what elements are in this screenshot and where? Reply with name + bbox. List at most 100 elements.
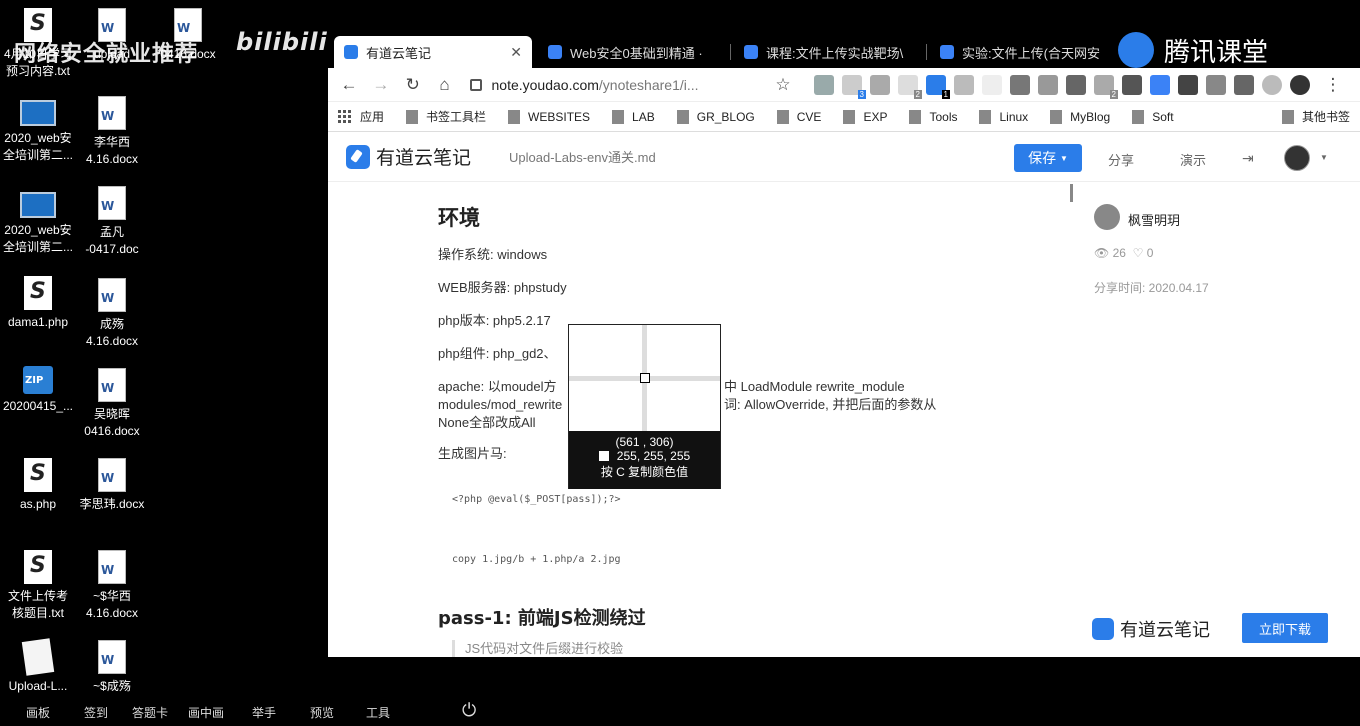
folder-icon (406, 109, 419, 124)
extension-icon[interactable] (1065, 74, 1086, 95)
desktop-icon[interactable]: 李华西 4.16.docx (74, 96, 150, 168)
desktop-icon[interactable]: upload (74, 8, 150, 63)
desktop-icon[interactable]: ~$华西 4.16.docx (74, 550, 150, 622)
save-button[interactable]: 保存 ▼ (1014, 144, 1082, 172)
folder-icon (508, 109, 521, 124)
extension-icon[interactable] (1261, 74, 1282, 95)
folder-icon (776, 109, 789, 124)
desktop-icon[interactable]: 成殇 4.16.docx (74, 278, 150, 350)
back-button[interactable]: ← (336, 72, 362, 98)
share-button[interactable]: 分享 (1108, 150, 1134, 169)
exit-icon[interactable]: ⇥ (1242, 150, 1254, 167)
youdao-logo-icon (346, 144, 370, 169)
chevron-down-icon[interactable]: ▼ (1320, 153, 1328, 162)
extension-icon[interactable] (1149, 74, 1170, 95)
extension-icon[interactable]: 3 (841, 74, 866, 99)
bookmark-folder[interactable]: Soft (1132, 109, 1174, 124)
taskbar-item[interactable]: 举手 (252, 704, 276, 721)
forward-button[interactable]: → (368, 72, 394, 98)
desktop-icon-label: 0416.docx (160, 47, 216, 61)
folder-icon (1281, 109, 1294, 124)
star-icon[interactable]: ☆ (770, 72, 796, 98)
desktop-icon[interactable]: 2020_web安 全培训第二... (0, 100, 76, 164)
note-body: 环境 操作系统: windows WEB服务器: phpstudy php版本:… (328, 182, 1360, 657)
profile-avatar[interactable] (1289, 74, 1310, 95)
power-icon[interactable]: ⏻ (462, 700, 476, 721)
desktop-icon[interactable]: ~$成殇 (74, 640, 150, 695)
taskbar-item[interactable]: 签到 (84, 704, 108, 721)
extension-icon[interactable]: 2 (1093, 74, 1118, 99)
extension-icon[interactable] (1233, 74, 1254, 95)
desktop-icon[interactable]: 孟凡 -0417.doc (74, 186, 150, 258)
bookmark-other[interactable]: 其他书签 (1281, 108, 1350, 125)
author-avatar[interactable] (1094, 204, 1120, 230)
desktop-icon[interactable]: 0416.docx (150, 8, 226, 63)
extension-icon[interactable] (1037, 74, 1058, 95)
desktop-icon[interactable]: 吴晓晖 0416.docx (74, 368, 150, 440)
desktop-icon[interactable]: 2020_web安 全培训第二... (0, 192, 76, 256)
bookmark-folder[interactable]: Tools (909, 109, 957, 124)
taskbar-item[interactable]: 预览 (310, 704, 334, 721)
bookmark-folder[interactable]: EXP (843, 109, 887, 124)
url-input[interactable]: note.youdao.com/ynoteshare1/i... (464, 72, 763, 98)
scrollbar[interactable] (1070, 184, 1073, 202)
tab-web-security[interactable]: Web安全0基础到精通 · (538, 36, 728, 68)
extension-icon[interactable] (1009, 74, 1030, 95)
folder-icon (1050, 109, 1063, 124)
desktop-icon-label: 4月10日学习 (3, 47, 73, 61)
desktop-icon-label: 成殇 (99, 317, 124, 331)
present-button[interactable]: 演示 (1180, 150, 1206, 169)
desktop-icon-label: 文件上传考 (7, 589, 68, 603)
desktop-icon-label: as.php (19, 497, 57, 511)
close-tab-icon[interactable]: ✕ (510, 44, 522, 61)
heading-env: 环境 (438, 206, 480, 230)
desktop-icon-label: 2020_web安 (4, 223, 72, 237)
tencent-class-logo: 腾讯课堂 (1118, 32, 1268, 68)
tab-lab[interactable]: 实验:文件上传(合天网安 (930, 36, 1110, 68)
home-button[interactable]: ⌂ (432, 72, 458, 98)
extension-icon[interactable] (1121, 74, 1142, 95)
bookmark-apps[interactable]: 应用 (338, 108, 384, 125)
env-web: WEB服务器: phpstudy (438, 280, 567, 295)
taskbar-item[interactable]: 画板 (26, 704, 50, 721)
taskbar-item[interactable]: 工具 (366, 704, 390, 721)
extension-icon[interactable] (869, 74, 890, 95)
bookmark-folder[interactable]: GR_BLOG (676, 109, 755, 124)
view-count: 26 (1112, 246, 1126, 260)
bookmark-folder[interactable]: CVE (776, 109, 821, 124)
author-name[interactable]: 枫雪明玥 (1128, 210, 1180, 229)
image-icon (21, 638, 55, 676)
user-avatar[interactable] (1284, 145, 1310, 171)
download-button[interactable]: 立即下载 (1242, 613, 1328, 643)
extension-icon[interactable] (813, 74, 834, 95)
folder-icon (909, 109, 922, 124)
extension-icon[interactable]: 1 (925, 74, 950, 99)
desktop-icon[interactable]: 李思玮.docx (74, 458, 150, 513)
extension-icon[interactable] (1177, 74, 1198, 95)
bookmark-folder[interactable]: 书签工具栏 (406, 108, 486, 125)
folder-icon (979, 109, 992, 124)
taskbar-item[interactable]: 答题卡 (132, 704, 168, 721)
extension-icon[interactable]: 2 (897, 74, 922, 99)
desktop-icon[interactable]: 4月10日学习预习内容.txt (0, 8, 76, 80)
tab-youdao[interactable]: 有道云笔记 ✕ (334, 36, 532, 68)
desktop-icon[interactable]: Upload-L... (0, 638, 76, 695)
desktop-icon[interactable]: as.php (0, 458, 76, 513)
desktop-icon[interactable]: 文件上传考核题目.txt (0, 550, 76, 622)
bookmark-folder[interactable]: MyBlog (1050, 109, 1110, 124)
extension-icon[interactable] (1205, 74, 1226, 95)
extension-icon[interactable] (981, 74, 1002, 95)
folder-icon (676, 109, 689, 124)
tab-course[interactable]: 课程:文件上传实战靶场\ (734, 36, 924, 68)
extension-icon[interactable] (953, 74, 974, 95)
desktop-icon-label: 4.16.docx (85, 606, 139, 620)
desktop-icon[interactable]: dama1.php (0, 276, 76, 331)
taskbar-item[interactable]: 画中画 (188, 704, 224, 721)
desktop-icon[interactable]: 20200415_... (0, 366, 76, 415)
youdao-logo[interactable]: 有道云笔记 (346, 143, 471, 170)
reload-button[interactable]: ↻ (400, 72, 426, 98)
bookmark-folder[interactable]: LAB (612, 109, 655, 124)
bookmark-folder[interactable]: WEBSITES (508, 109, 590, 124)
bookmark-folder[interactable]: Linux (979, 109, 1028, 124)
menu-icon[interactable]: ⋮ (1320, 72, 1346, 98)
